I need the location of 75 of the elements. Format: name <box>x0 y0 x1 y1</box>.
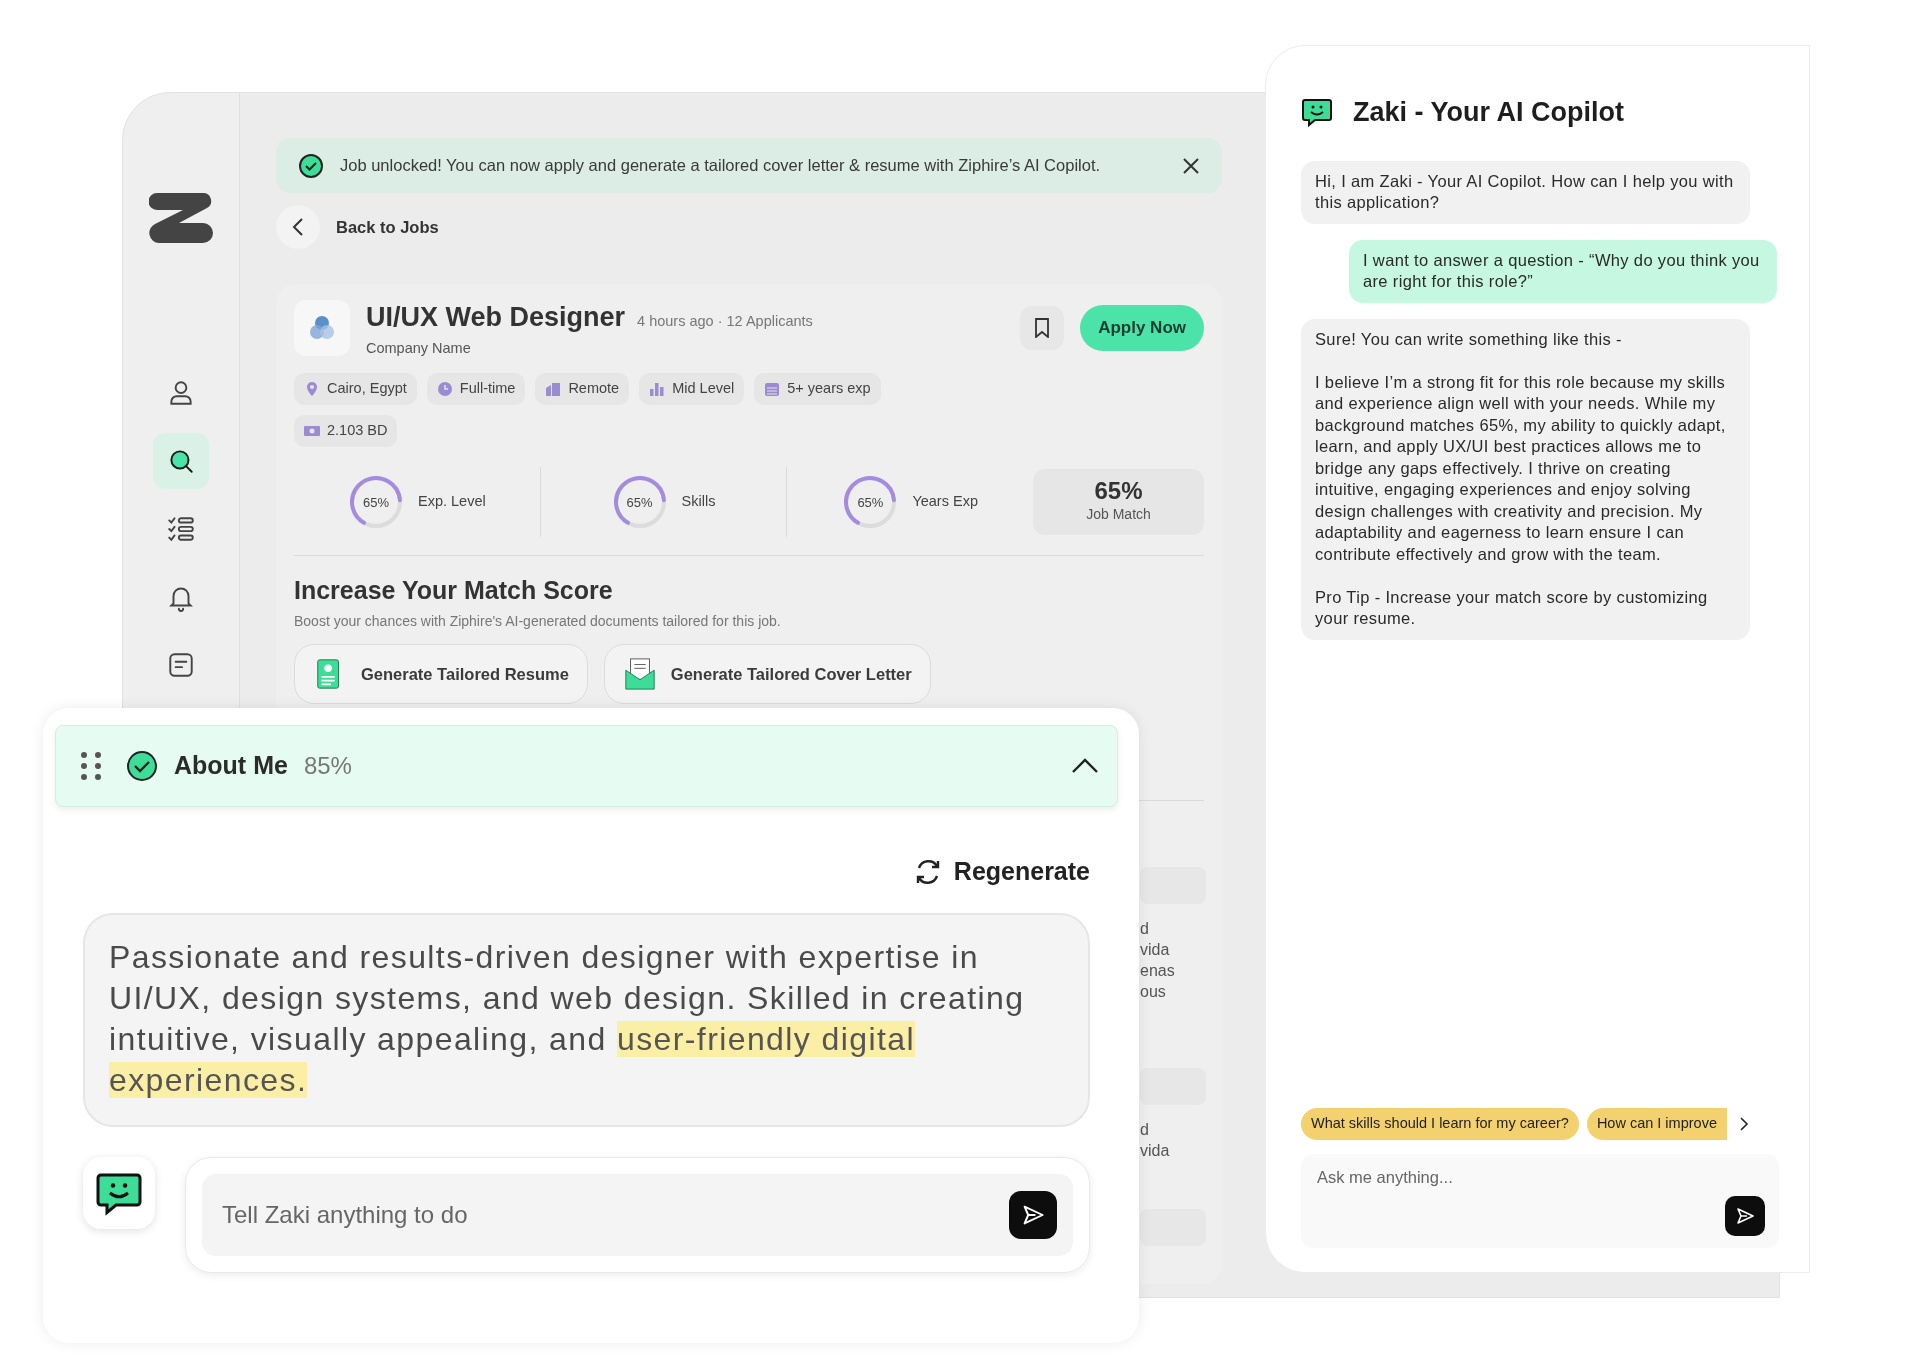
chat-input[interactable]: Ask me anything... <box>1315 1164 1765 1191</box>
placeholder-bar <box>1140 867 1206 905</box>
check-circle-icon <box>298 152 324 179</box>
ring-reading: 65% <box>362 495 389 509</box>
pin-icon <box>304 381 320 398</box>
clock-icon <box>436 381 453 398</box>
job-title: UI/UX Web Designer <box>366 301 626 334</box>
placeholder-bar <box>1140 1068 1206 1106</box>
close-icon[interactable] <box>1182 156 1200 175</box>
section-subtitle: Boost your chances with Ziphire's AI-generated documents tailored for this job. <box>294 612 782 632</box>
tag-label: Cairo, Egypt <box>327 379 407 399</box>
ring-reading: 65% <box>626 495 653 509</box>
stat-label: Skills <box>681 491 716 511</box>
message-text: Hi, I am Zaki - Your AI Copilot. How can I help you with this application? <box>1315 170 1735 213</box>
generate-button[interactable]: Generate Tailored Cover Letter <box>603 644 931 705</box>
section-heading: Increase Your Match Score <box>294 574 614 606</box>
send-icon <box>1735 1206 1755 1226</box>
text-fragment: enas <box>1140 961 1176 982</box>
placeholder-bar <box>1140 1209 1206 1247</box>
message-text: Sure! You can write something like this - <box>1315 328 1623 350</box>
chat-bubble-icon <box>1301 96 1333 129</box>
match-value: 65% <box>1094 478 1143 505</box>
apply-button[interactable]: Apply Now <box>1080 305 1204 352</box>
tag-label: Mid Level <box>672 379 735 399</box>
generate-button[interactable]: Generate Tailored Resume <box>294 644 588 705</box>
text-fragment: vida <box>1140 1141 1171 1162</box>
text-fragment: d <box>1140 919 1150 940</box>
calendar-icon <box>764 381 781 398</box>
checklist-icon <box>166 514 196 544</box>
envelope-icon <box>622 656 657 693</box>
job-meta: 4 hours ago · 12 Applicants <box>637 312 813 331</box>
message-text: I believe I’m a strong fit for this role because my skills and experience align well with your needs. While my background matches 65%, my ability to quickly adapt, learn, and apply UX/UI best practices allows me to bridge any gaps effectively. I thrive on creating intuitive, engaging experiences and enjoy solving design challenges with creativity and precision. My adaptability and eagerness to learn ensure I can contribute effectively and grow with the team. <box>1315 371 1727 565</box>
text-fragment: d <box>1140 1120 1150 1141</box>
bar-chart-icon <box>649 381 666 398</box>
stat-label: Years Exp <box>912 491 978 511</box>
note-icon <box>166 650 196 680</box>
message-text: I want to answer a question - “Why do you think you are right for this role?” <box>1363 249 1761 292</box>
sidebar-item[interactable] <box>153 433 209 489</box>
chevron-up-icon[interactable] <box>1071 758 1099 774</box>
send-button[interactable] <box>1009 1190 1057 1239</box>
tag-label: 2.103 BD <box>327 421 388 440</box>
building-icon <box>545 381 562 398</box>
tag-label: Remote <box>568 379 620 399</box>
company-name: Company Name <box>366 338 472 358</box>
chevron-right-icon[interactable] <box>1738 1116 1749 1133</box>
back-link[interactable]: Back to Jobs <box>336 214 439 240</box>
back-button[interactable] <box>276 205 320 249</box>
stat-label: Exp. Level <box>417 491 486 511</box>
progress-ring <box>347 473 404 530</box>
suggestion-chip[interactable]: What skills should I learn for my career? <box>1301 1108 1579 1140</box>
tag-label: Full-time <box>459 379 516 399</box>
completion-percent: 85% <box>303 751 353 781</box>
chat-input-field[interactable]: Ask me anything... <box>1301 1154 1779 1248</box>
message-text: Pro Tip - Increase your match score by customizing your resume. <box>1315 586 1709 629</box>
ring-reading: 65% <box>857 495 884 509</box>
progress-ring <box>611 473 668 530</box>
text-fragment: vida <box>1140 940 1171 961</box>
banner-message: Job unlocked! You can now apply and generate a tailored cover letter & resume with Ziphire’s AI Copilot. <box>340 155 1102 177</box>
bookmark-button[interactable] <box>1020 306 1065 351</box>
text-fragment: ous <box>1140 982 1167 1003</box>
suggestion-chip[interactable]: How can I improve <box>1586 1108 1727 1140</box>
panel-title: Zaki - Your AI Copilot <box>1353 96 1624 129</box>
progress-ring <box>842 473 899 530</box>
drag-handle-icon[interactable] <box>80 751 102 781</box>
about-text: Passionate and results-driven designer with expertise in UI/UX, design systems, and web design. Skilled in creating intuitive, visually appealing, and user-friendly digital experiences. <box>83 912 1090 1127</box>
prompt-input[interactable]: Tell Zaki anything to do <box>220 1195 1009 1234</box>
tag-label: 5+ years exp <box>787 379 871 399</box>
send-button[interactable] <box>1725 1196 1765 1236</box>
section-title: About Me <box>174 750 288 782</box>
bookmark-icon <box>1034 318 1051 339</box>
section-header[interactable]: About Me 85% <box>55 725 1118 807</box>
regenerate-button[interactable]: Regenerate <box>913 853 1090 891</box>
prompt-field[interactable]: Tell Zaki anything to do <box>202 1173 1073 1256</box>
chevron-left-icon <box>292 217 304 237</box>
match-label: Job Match <box>1086 505 1151 525</box>
